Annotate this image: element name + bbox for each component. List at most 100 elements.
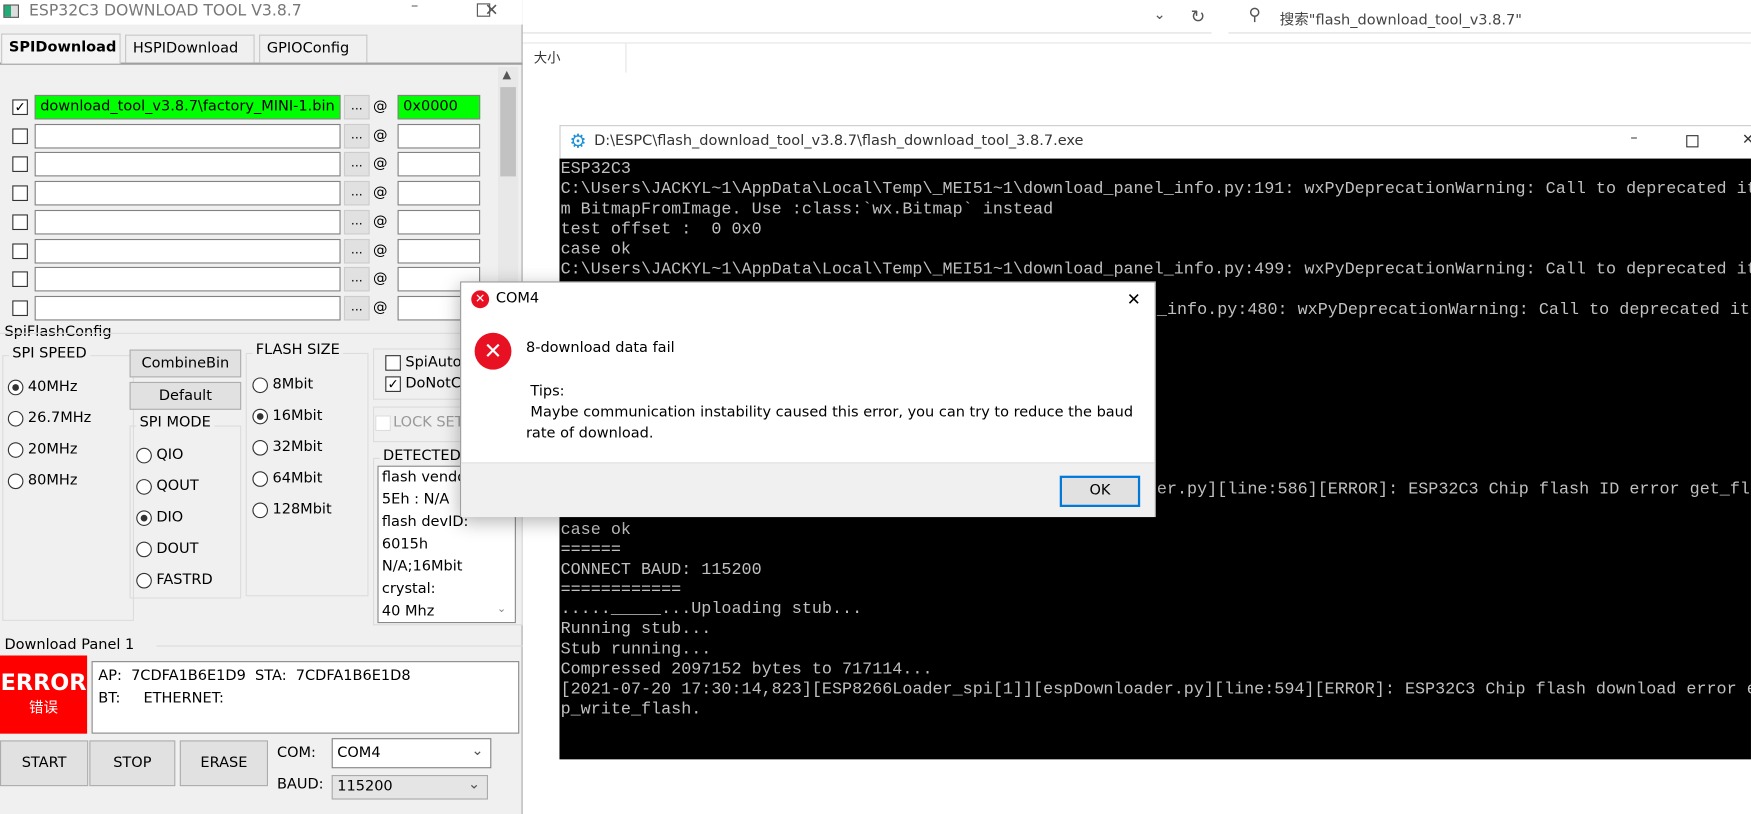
offset-input[interactable] (397, 152, 481, 177)
chevron-down-icon[interactable]: ⌄ (1154, 7, 1166, 24)
browse-button[interactable]: ... (343, 123, 370, 149)
lock-settings-checkbox[interactable] (375, 415, 391, 432)
file-path-input[interactable] (34, 181, 341, 206)
tab-gpioconfig[interactable]: GPIOConfig (259, 34, 368, 63)
error-dialog: ✕ COM4 ✕ ✕ 8-download data fail Tips: Ma… (460, 281, 1156, 518)
file-enable-checkbox[interactable] (12, 271, 28, 288)
device-info-box: AP: 7CDFA1B6E1D9 STA: 7CDFA1B6E1D8 BT: E… (91, 661, 520, 734)
stop-button[interactable]: STOP (89, 740, 176, 787)
radio-label: FASTRD (156, 571, 213, 589)
close-button[interactable]: ✕ (485, 0, 499, 20)
file-enable-checkbox[interactable]: ✓ (12, 99, 28, 116)
radio-qio[interactable] (136, 447, 152, 464)
column-header-size[interactable]: 大小 (534, 48, 561, 67)
tab-hspidownload[interactable]: HSPIDownload (125, 34, 255, 63)
divider (522, 42, 1751, 44)
baud-rate-select[interactable]: 115200 ⌄ (331, 774, 488, 800)
console-line: ....._____...Uploading stub... (560, 600, 863, 620)
browse-button[interactable]: ... (343, 152, 370, 177)
file-path-input[interactable] (34, 123, 341, 149)
start-button[interactable]: START (0, 740, 89, 787)
offset-input[interactable] (397, 238, 481, 263)
erase-button[interactable]: ERASE (179, 740, 269, 787)
file-enable-checkbox[interactable] (12, 185, 28, 202)
radio-64mbit[interactable] (252, 471, 269, 487)
browse-button[interactable]: ... (343, 238, 370, 263)
radio-20mhz[interactable] (7, 442, 24, 458)
detected-line: crystal: (381, 580, 436, 598)
offset-input[interactable] (397, 209, 481, 235)
ok-button[interactable]: OK (1059, 475, 1141, 507)
spi-auto-checkbox[interactable] (385, 355, 401, 371)
radio-32mbit[interactable] (252, 439, 269, 456)
column-separator (625, 43, 627, 73)
file-path-input[interactable] (34, 209, 341, 235)
do-not-change-label: DoNotC (405, 375, 462, 392)
file-path-input[interactable] (34, 152, 341, 177)
combine-bin-button[interactable]: CombineBin (129, 349, 242, 378)
dialog-message: 8-download data fail (525, 339, 675, 357)
divider (0, 332, 523, 334)
scrollbar-thumb[interactable] (500, 87, 516, 177)
radio-dio[interactable] (136, 510, 152, 526)
close-button[interactable]: ✕ (1742, 132, 1751, 149)
com-port-value: COM4 (337, 744, 381, 762)
file-enable-checkbox[interactable] (12, 156, 28, 173)
scroll-down-icon[interactable]: ⌄ (497, 603, 506, 615)
minimize-button[interactable]: – (411, 0, 418, 15)
at-label: @ (372, 270, 388, 288)
search-input[interactable]: ⚲ 搜索"flash_download_tool_v3.8.7" (1228, 0, 1751, 34)
browse-button[interactable]: ... (343, 181, 370, 206)
file-path-input[interactable] (34, 238, 341, 263)
status-subtext: 错误 (29, 700, 59, 717)
default-button[interactable]: Default (129, 381, 242, 410)
flash-size-label: FLASH SIZE (252, 341, 344, 359)
detected-label: DETECTED (379, 447, 465, 465)
file-path-input[interactable]: download_tool_v3.8.7\factory_MINI-1.bin (34, 94, 341, 120)
close-button[interactable]: ✕ (1127, 289, 1141, 309)
radio-fastrd[interactable] (136, 572, 152, 589)
file-enable-checkbox[interactable] (12, 214, 28, 230)
maximize-button[interactable] (1686, 135, 1699, 148)
com-label: COM: (276, 744, 316, 762)
console-line: C:\Users\JACKYL~1\AppData\Local\Temp\_ME… (560, 259, 1751, 279)
detected-line: N/A;16Mbit (381, 558, 463, 576)
bt-line: BT: ETHERNET: (98, 690, 224, 707)
radio-qout[interactable] (136, 479, 152, 495)
browse-button[interactable]: ... (343, 209, 370, 235)
do-not-change-checkbox[interactable]: ✓ (385, 376, 401, 392)
radio-128mbit[interactable] (252, 502, 269, 519)
browse-button[interactable]: ... (343, 295, 370, 321)
com-port-select[interactable]: COM4 ⌄ (331, 738, 492, 769)
refresh-icon[interactable]: ↻ (1190, 6, 1205, 27)
radio-label: DOUT (156, 540, 199, 558)
radio-26-7mhz[interactable] (7, 410, 24, 427)
radio-16mbit[interactable] (252, 408, 269, 425)
file-path-input[interactable] (34, 267, 341, 292)
file-enable-checkbox[interactable] (12, 128, 28, 144)
chevron-down-icon: ⌄ (471, 742, 484, 760)
titlebar: ESP32C3 DOWNLOAD TOOL V3.8.7 – (0, 0, 523, 25)
radio-80mhz[interactable] (7, 473, 24, 490)
detected-line: 6015h (381, 536, 429, 553)
at-label: @ (372, 241, 388, 259)
offset-input[interactable] (397, 181, 481, 206)
offset-input[interactable] (397, 123, 481, 149)
address-bar[interactable]: ⌄ ↻ (522, 0, 1212, 34)
browse-button[interactable]: ... (343, 94, 370, 120)
minimize-button[interactable]: – (1630, 130, 1637, 147)
file-enable-checkbox[interactable] (12, 300, 28, 316)
radio-dout[interactable] (136, 541, 152, 558)
file-enable-checkbox[interactable] (12, 242, 28, 259)
spi-mode-label: SPI MODE (136, 414, 215, 432)
tab-spidownload[interactable]: SPIDownload (1, 33, 121, 64)
browse-button[interactable]: ... (343, 267, 370, 292)
radio-40mhz[interactable] (7, 379, 24, 396)
file-path-input[interactable] (34, 295, 341, 321)
status-text: ERROR (0, 668, 87, 696)
scroll-up-icon[interactable]: ▲ (503, 69, 512, 81)
detected-line: 40 Mhz (381, 603, 435, 620)
offset-input[interactable]: 0x0000 (397, 94, 481, 120)
console-line: Running stub... (560, 620, 712, 640)
radio-8mbit[interactable] (252, 377, 269, 394)
